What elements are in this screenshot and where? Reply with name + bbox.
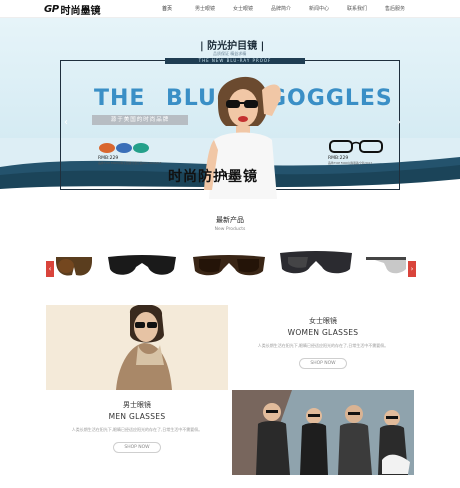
price-right: RMB:229 品牌/TOM FORD时尚眼镜/全新/2017: [328, 156, 372, 166]
chevron-right-icon[interactable]: ›: [408, 261, 416, 277]
product-item[interactable]: [278, 245, 354, 289]
products-subtitle: New Products: [214, 227, 246, 232]
banner-tag: THE NEW BLU-RAY PROOF: [165, 58, 305, 64]
hero-banner[interactable]: | 防光护目镜 | 品质保证 精益求精 THE NEW BLU-RAY PROO…: [0, 18, 460, 199]
women-text: 女士眼镜 WOMEN GLASSES 人类长期生活在阳光下,眼睛已经适应阳光的存…: [232, 316, 414, 369]
price-left: RMB:229 品牌/TOM FORD时尚太阳镜/全新正品/BLU-RAY/20…: [98, 156, 161, 166]
chevron-left-icon[interactable]: ‹: [62, 116, 70, 130]
men-group-figure: [232, 390, 414, 475]
brand-strip: 源于美国的时尚品牌: [92, 115, 188, 125]
men-shop-now-button[interactable]: SHOP NOW: [113, 442, 161, 453]
nav-item-contact[interactable]: 联系我们: [338, 0, 376, 18]
men-text: 男士眼镜 MEN GLASSES 人类长期生活在阳光下,眼睛已经适应阳光的存在了…: [46, 400, 228, 453]
banner-subtitle: 品质保证 精益求精: [213, 51, 247, 56]
men-desc: 人类长期生活在阳光下,眼睛已经适应阳光的存在了,日常生活中不需要佩。: [71, 427, 203, 432]
products-carousel: ‹ ›: [46, 245, 416, 289]
product-item[interactable]: [191, 245, 267, 289]
title-bracket-left: |: [200, 41, 204, 52]
nav-item-news[interactable]: 新闻中心: [300, 0, 338, 18]
woman-figure: [116, 305, 172, 390]
nav-item-home[interactable]: 首页: [148, 0, 186, 18]
headline-the: THE: [94, 86, 146, 111]
price-left-note: 品牌/TOM FORD时尚太阳镜/全新正品/BLU-RAY/2017: [98, 162, 162, 165]
men-title-cn: 男士眼镜: [123, 401, 151, 409]
banner-big-title: 时尚防护墨镜: [168, 169, 258, 185]
chevron-right-icon[interactable]: ›: [395, 116, 403, 130]
nav-item-service[interactable]: 售后服务: [376, 0, 414, 18]
women-title-cn: 女士眼镜: [309, 317, 337, 325]
title-bracket-right: |: [260, 41, 265, 52]
price-right-note: 品牌/TOM FORD时尚眼镜/全新/2017: [328, 162, 372, 165]
women-glasses-image[interactable]: [46, 305, 228, 390]
chevron-left-icon[interactable]: ‹: [46, 261, 54, 277]
product-item[interactable]: [364, 245, 408, 289]
banner-glasses-right: [329, 140, 383, 153]
nav-item-men[interactable]: 男士眼镜: [186, 0, 224, 18]
women-shop-now-button[interactable]: SHOP NOW: [299, 358, 347, 369]
banner-title: | 防光护目镜 |: [200, 37, 265, 52]
product-item[interactable]: [54, 245, 94, 289]
banner-glasses-left: [99, 143, 149, 153]
nav-item-brand[interactable]: 品牌简介: [262, 0, 300, 18]
logo[interactable]: GP 时尚墨镜: [44, 2, 101, 17]
logo-mark: GP: [44, 3, 59, 15]
men-glasses-image[interactable]: [232, 390, 414, 475]
product-item[interactable]: [104, 245, 180, 289]
logo-text: 时尚墨镜: [60, 5, 101, 17]
women-title-en: WOMEN GLASSES: [287, 328, 359, 337]
main-nav: 首页 男士眼镜 女士眼镜 品牌简介 新闻中心 联系我们 售后服务: [148, 0, 414, 18]
products-title: 最新产品: [216, 216, 244, 224]
site-header: GP 时尚墨镜 首页 男士眼镜 女士眼镜 品牌简介 新闻中心 联系我们 售后服务: [0, 0, 460, 18]
women-desc: 人类长期生活在阳光下,眼睛已经适应阳光的存在了,日常生活中不需要佩。: [257, 343, 389, 348]
men-title-en: MEN GLASSES: [108, 412, 166, 421]
nav-item-women[interactable]: 女士眼镜: [224, 0, 262, 18]
